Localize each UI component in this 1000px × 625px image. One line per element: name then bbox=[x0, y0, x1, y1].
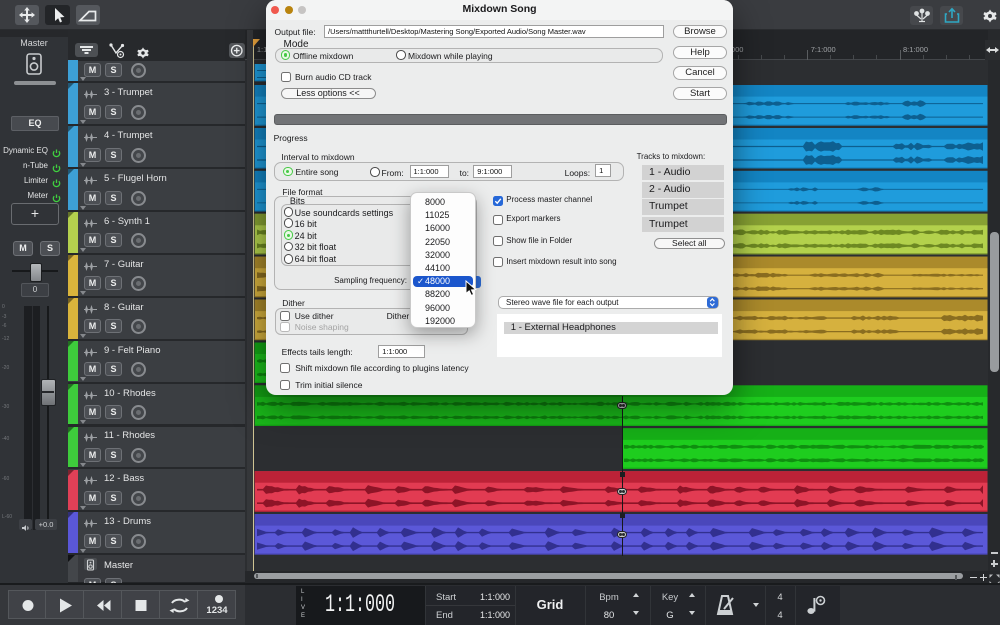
svg-text:1234: 1234 bbox=[206, 605, 228, 616]
